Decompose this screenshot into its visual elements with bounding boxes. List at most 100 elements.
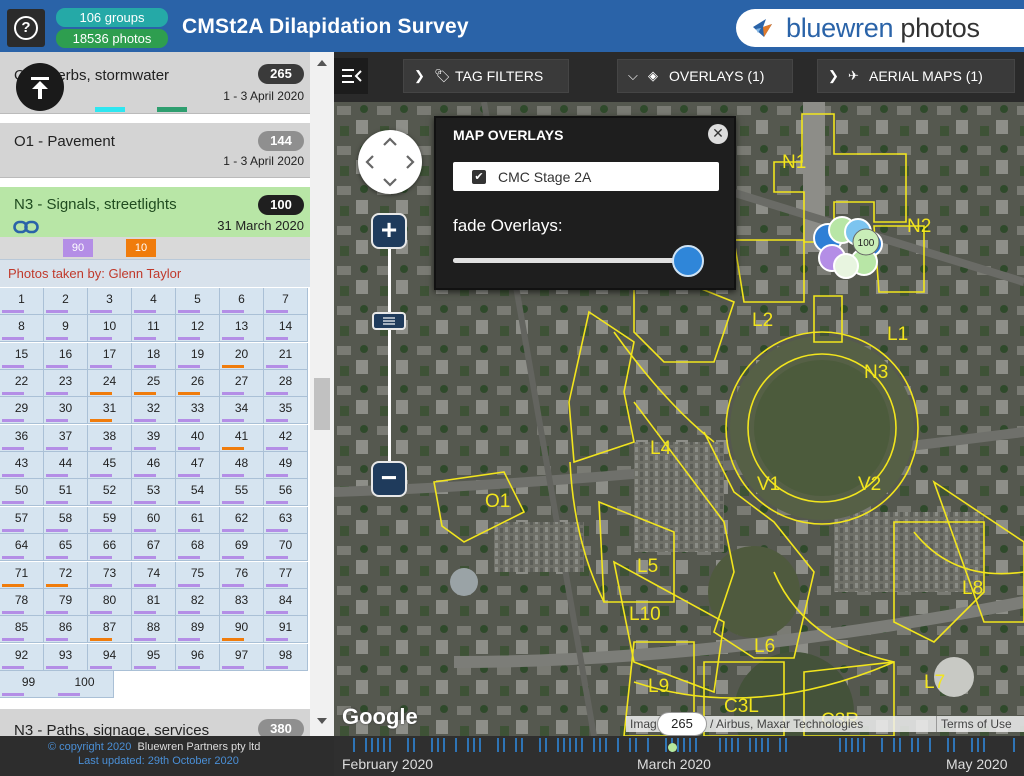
photo-thumbnail[interactable]: 19 (176, 342, 220, 370)
photo-thumbnail[interactable]: 57 (0, 506, 44, 534)
photo-thumbnail[interactable]: 27 (220, 370, 264, 398)
group-item[interactable]: O1 - Pavement 1 - 3 April 2020 144 (0, 123, 310, 178)
tag-count-badge[interactable]: 10 (126, 239, 156, 257)
photo-thumbnail[interactable]: 35 (264, 397, 308, 425)
photo-thumbnail[interactable]: 18 (132, 342, 176, 370)
photo-thumbnail[interactable]: 29 (0, 397, 44, 425)
photo-thumbnail[interactable]: 4 (132, 288, 176, 315)
photo-thumbnail[interactable]: 60 (132, 506, 176, 534)
photo-thumbnail[interactable]: 91 (264, 616, 308, 644)
group-item-selected[interactable]: N3 - Signals, streetlights 31 March 2020… (0, 187, 310, 237)
photo-thumbnail[interactable]: 50 (0, 479, 44, 507)
photo-thumbnail[interactable]: 58 (44, 506, 88, 534)
photo-thumbnail[interactable]: 47 (176, 452, 220, 480)
photo-thumbnail[interactable]: 22 (0, 370, 44, 398)
photo-thumbnail[interactable]: 100 (56, 670, 114, 698)
close-icon[interactable]: ✕ (708, 124, 728, 144)
photo-thumbnail[interactable]: 86 (44, 616, 88, 644)
photo-thumbnail[interactable]: 7 (264, 288, 308, 315)
photo-thumbnail[interactable]: 37 (44, 424, 88, 452)
brand-logo[interactable]: bluewren photos (736, 9, 1024, 47)
photo-thumbnail[interactable]: 38 (88, 424, 132, 452)
photo-thumbnail[interactable]: 61 (176, 506, 220, 534)
scroll-down-icon[interactable] (317, 718, 327, 724)
photo-thumbnail[interactable]: 78 (0, 588, 44, 616)
photo-thumbnail[interactable]: 44 (44, 452, 88, 480)
photo-thumbnail[interactable]: 68 (176, 534, 220, 562)
photo-thumbnail[interactable]: 13 (220, 315, 264, 343)
zoom-in-button[interactable]: + (371, 213, 407, 249)
overlays-button[interactable]: ⌵ ◈ OVERLAYS (1) (617, 59, 793, 93)
photo-thumbnail[interactable]: 77 (264, 561, 308, 589)
photo-thumbnail[interactable]: 65 (44, 534, 88, 562)
aerial-maps-button[interactable]: ❯ ✈︎ AERIAL MAPS (1) (817, 59, 1015, 93)
photo-timeline[interactable]: February 2020 March 2020 May 2020 (334, 736, 1024, 776)
collapse-sidebar-button[interactable] (334, 58, 368, 94)
photo-thumbnail[interactable]: 3 (88, 288, 132, 315)
photo-thumbnail[interactable]: 33 (176, 397, 220, 425)
photo-thumbnail[interactable]: 76 (220, 561, 264, 589)
photo-thumbnail[interactable]: 74 (132, 561, 176, 589)
photo-thumbnail[interactable]: 67 (132, 534, 176, 562)
help-button[interactable]: ? (7, 9, 45, 47)
photo-thumbnail[interactable]: 71 (0, 561, 44, 589)
photo-thumbnail[interactable]: 97 (220, 643, 264, 671)
photo-thumbnail[interactable]: 80 (88, 588, 132, 616)
photo-thumbnail[interactable]: 94 (88, 643, 132, 671)
scroll-up-icon[interactable] (317, 60, 327, 66)
pan-control[interactable] (358, 130, 422, 194)
checkbox-checked-icon[interactable]: ✔ (472, 170, 486, 184)
photo-thumbnail[interactable]: 30 (44, 397, 88, 425)
photo-thumbnail[interactable]: 84 (264, 588, 308, 616)
photo-thumbnail[interactable]: 98 (264, 643, 308, 671)
photo-thumbnail[interactable]: 93 (44, 643, 88, 671)
photo-thumbnail[interactable]: 14 (264, 315, 308, 343)
photo-thumbnail[interactable]: 72 (44, 561, 88, 589)
timeline-cursor[interactable] (668, 743, 677, 752)
photo-thumbnail[interactable]: 46 (132, 452, 176, 480)
tag-count-badge[interactable]: 90 (63, 239, 93, 257)
photo-thumbnail[interactable]: 42 (264, 424, 308, 452)
photo-thumbnail[interactable]: 43 (0, 452, 44, 480)
photo-thumbnail[interactable]: 26 (176, 370, 220, 398)
photo-thumbnail[interactable]: 69 (220, 534, 264, 562)
scroll-to-top-button[interactable] (16, 63, 64, 111)
photo-thumbnail[interactable]: 54 (176, 479, 220, 507)
photo-thumbnail[interactable]: 48 (220, 452, 264, 480)
photo-thumbnail[interactable]: 2 (44, 288, 88, 315)
sidebar-scrollbar[interactable] (310, 52, 334, 736)
photo-thumbnail[interactable]: 25 (132, 370, 176, 398)
fade-slider-knob[interactable] (672, 245, 704, 277)
photo-thumbnail[interactable]: 96 (176, 643, 220, 671)
photo-cluster-marker[interactable]: 100 (812, 216, 886, 280)
photo-thumbnail[interactable]: 23 (44, 370, 88, 398)
photo-thumbnail[interactable]: 56 (264, 479, 308, 507)
photo-thumbnail[interactable]: 99 (0, 670, 58, 698)
photo-thumbnail[interactable]: 8 (0, 315, 44, 343)
photo-thumbnail[interactable]: 41 (220, 424, 264, 452)
photo-thumbnail[interactable]: 92 (0, 643, 44, 671)
photo-thumbnail[interactable]: 21 (264, 342, 308, 370)
photo-thumbnail[interactable]: 24 (88, 370, 132, 398)
photo-thumbnail[interactable]: 82 (176, 588, 220, 616)
zoom-slider-handle[interactable] (372, 312, 406, 330)
photo-thumbnail[interactable]: 62 (220, 506, 264, 534)
photo-thumbnail[interactable]: 81 (132, 588, 176, 616)
photo-thumbnail[interactable]: 36 (0, 424, 44, 452)
overlay-layer-toggle[interactable]: ✔ CMC Stage 2A (453, 162, 719, 191)
photo-thumbnail[interactable]: 51 (44, 479, 88, 507)
photo-thumbnail[interactable]: 83 (220, 588, 264, 616)
link-icon[interactable] (13, 220, 39, 234)
photo-thumbnail[interactable]: 11 (132, 315, 176, 343)
photo-thumbnail[interactable]: 63 (264, 506, 308, 534)
photo-thumbnail[interactable]: 16 (44, 342, 88, 370)
scrollbar-thumb[interactable] (314, 378, 330, 430)
photo-thumbnail[interactable]: 85 (0, 616, 44, 644)
photo-thumbnail[interactable]: 31 (88, 397, 132, 425)
photo-thumbnail[interactable]: 34 (220, 397, 264, 425)
group-item[interactable]: N3 - Paths, signage, services 380 (0, 709, 310, 736)
photo-thumbnail[interactable]: 89 (176, 616, 220, 644)
photo-thumbnail[interactable]: 20 (220, 342, 264, 370)
photo-thumbnail[interactable]: 75 (176, 561, 220, 589)
photo-thumbnail[interactable]: 79 (44, 588, 88, 616)
